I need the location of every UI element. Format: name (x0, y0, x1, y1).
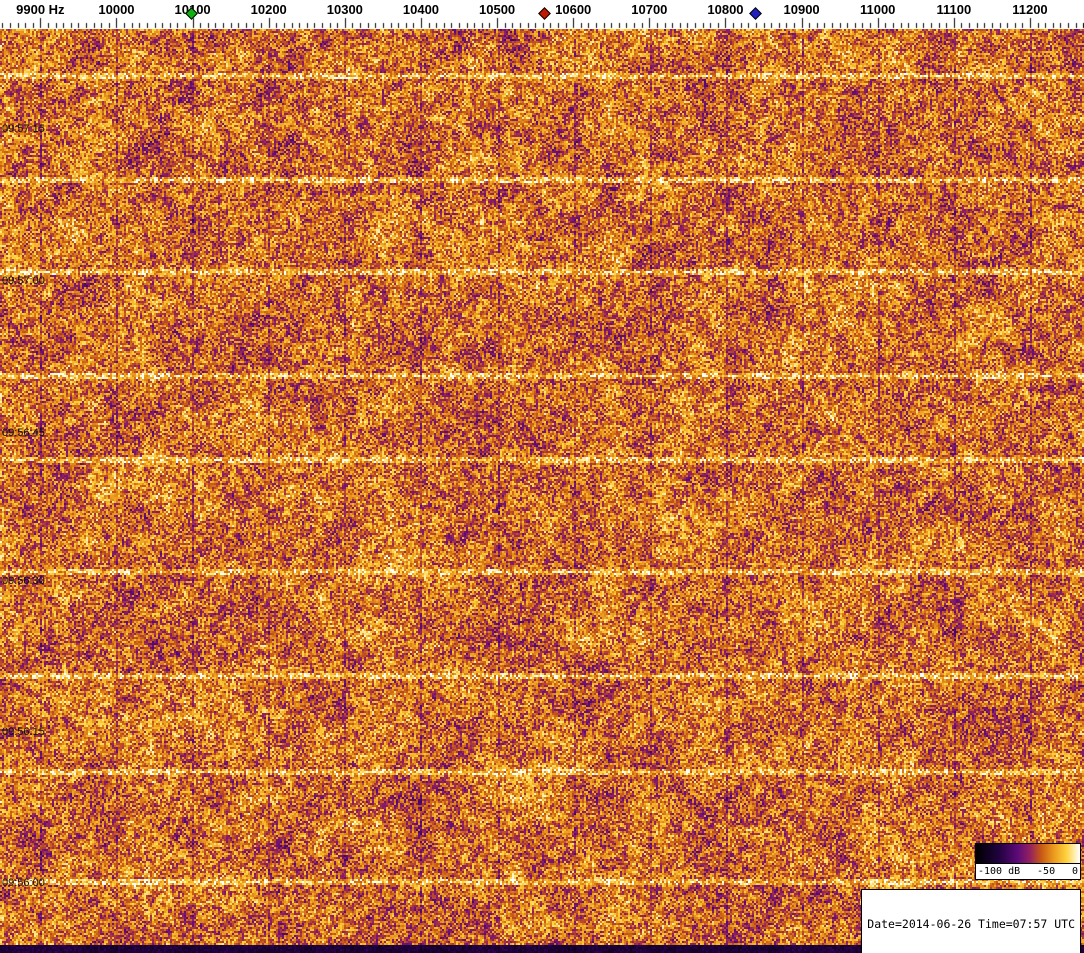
colorbar-legend: -100 dB -50 0 (975, 843, 1081, 880)
colorbar-gradient (976, 844, 1080, 864)
frequency-markers (0, 0, 1084, 29)
info-box: Date=2014-06-26 Time=07:57 UTC Freq=143 … (861, 889, 1081, 953)
spectrogram-app: 9900 Hz100001010010200103001040010500106… (0, 0, 1084, 953)
marker-diamond-green[interactable] (185, 7, 198, 20)
legend-min-label: -100 dB (978, 866, 1021, 877)
marker-diamond-blue[interactable] (749, 7, 763, 20)
info-date-line: Date=2014-06-26 Time=07:57 UTC (867, 917, 1075, 931)
legend-max-label: 0 (1071, 866, 1078, 877)
waterfall-area: 09:57:15 09:57:00 09:56:45 09:56:30 09:56:15… (0, 29, 1084, 953)
frequency-axis: 9900 Hz100001010010200103001040010500106… (0, 0, 1084, 29)
marker-diamond-red[interactable] (538, 7, 552, 20)
legend-mid-label: -50 (1037, 866, 1056, 877)
colorbar-labels: -100 dB -50 0 (976, 864, 1080, 879)
spectrogram-canvas[interactable] (0, 29, 1084, 953)
